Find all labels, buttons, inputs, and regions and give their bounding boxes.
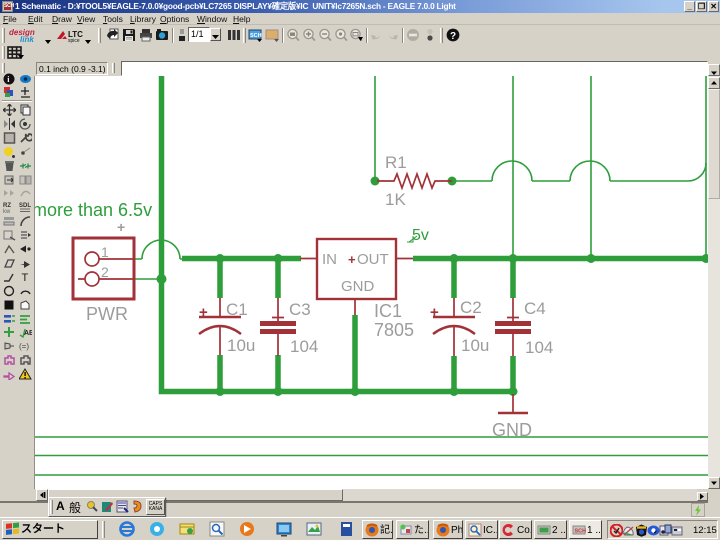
svg-text:7805: 7805 <box>374 320 414 340</box>
svg-text:C1: C1 <box>226 300 248 319</box>
svg-text:10u: 10u <box>227 336 255 355</box>
svg-text:GND: GND <box>492 420 532 440</box>
svg-text:1: 1 <box>101 244 109 260</box>
svg-text:(=): (=) <box>19 342 29 351</box>
svg-text:1K: 1K <box>385 190 406 209</box>
svg-text:IN: IN <box>322 251 337 268</box>
svg-text:C3: C3 <box>289 300 311 319</box>
svg-text:more than 6.5v: more than 6.5v <box>35 200 152 220</box>
svg-text:C4: C4 <box>524 299 546 318</box>
svg-text:SDL: SDL <box>19 203 31 209</box>
svg-text:R1: R1 <box>385 153 407 172</box>
svg-text:OUT: OUT <box>357 251 389 268</box>
svg-text:+: + <box>199 304 208 321</box>
svg-text:+: + <box>117 219 125 235</box>
svg-text:SCH: SCH <box>250 33 262 39</box>
svg-text:104: 104 <box>525 338 553 357</box>
svg-text:10u: 10u <box>461 336 489 355</box>
svg-text:link: link <box>20 35 34 44</box>
svg-text:+: + <box>348 252 356 267</box>
svg-text:2: 2 <box>101 264 109 280</box>
svg-text:104: 104 <box>290 337 318 356</box>
svg-text:PWR: PWR <box>86 304 128 324</box>
svg-text:T: T <box>22 272 29 283</box>
svg-text:spice: spice <box>68 38 80 43</box>
svg-text:GND: GND <box>341 278 375 295</box>
svg-text:SCH: SCH <box>575 529 587 535</box>
svg-text:5v: 5v <box>412 227 429 244</box>
svg-text:C2: C2 <box>460 298 482 317</box>
svg-text:?: ? <box>450 31 456 42</box>
svg-text:IC1: IC1 <box>374 301 402 321</box>
svg-text:+: + <box>430 304 439 321</box>
svg-text:kw: kw <box>3 209 11 213</box>
svg-text:AB: AB <box>24 330 32 337</box>
